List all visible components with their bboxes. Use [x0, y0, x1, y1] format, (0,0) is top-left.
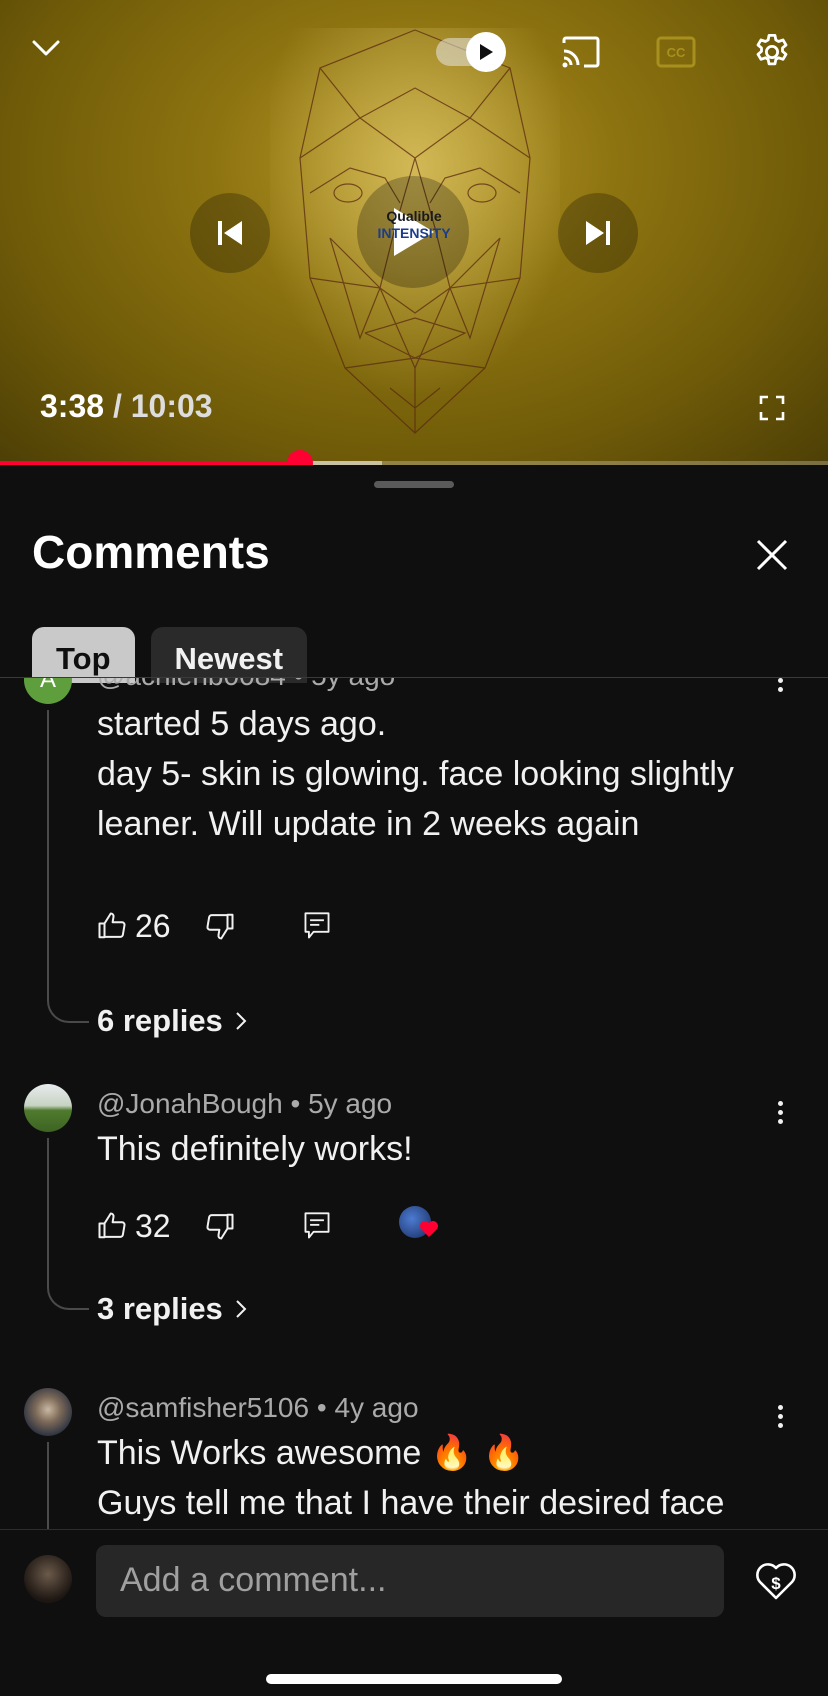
reply-icon: [304, 1212, 330, 1239]
captions-button[interactable]: CC: [652, 30, 700, 74]
video-overlay-text: Qualible INTENSITY: [377, 208, 451, 241]
like-button[interactable]: 32: [97, 1208, 171, 1245]
next-button[interactable]: [558, 193, 638, 273]
close-button[interactable]: [752, 535, 792, 575]
comment-menu-button[interactable]: [770, 1092, 790, 1132]
comment-author[interactable]: @samfisher5106: [97, 1392, 309, 1423]
sort-chips: Top Newest: [32, 627, 308, 683]
view-replies-link[interactable]: 6 replies: [97, 1003, 247, 1039]
comments-sheet: Comments Top Newest A @achienb0084 • 5y …: [0, 467, 828, 1696]
thumbs-up-icon: [98, 912, 126, 939]
reply-button[interactable]: [303, 1211, 331, 1241]
avatar-letter: A: [39, 678, 56, 693]
progress-played: [0, 461, 300, 465]
chevron-right-icon: [236, 1012, 247, 1030]
comments-title: Comments: [32, 526, 270, 578]
dislike-button[interactable]: [205, 911, 235, 941]
replies-count: 6 replies: [97, 1003, 223, 1038]
cast-button[interactable]: [556, 30, 606, 74]
video-player[interactable]: CC Qualible INTENSITY 3:38 / 10:03: [0, 0, 828, 465]
like-count: 32: [135, 1207, 171, 1244]
comment-body: started 5 days ago. day 5- skin is glowi…: [97, 705, 734, 843]
avatar[interactable]: A: [24, 678, 72, 704]
creator-heart-badge: [398, 1206, 439, 1246]
comment-body: This definitely works!: [97, 1130, 413, 1168]
cast-icon: [562, 36, 600, 68]
comment-menu-button[interactable]: [770, 1396, 790, 1436]
add-comment-input[interactable]: Add a comment...: [96, 1545, 724, 1617]
previous-icon: [218, 221, 242, 245]
tab-top[interactable]: Top: [32, 627, 135, 683]
time-duration: 10:03: [130, 388, 213, 424]
reply-icon: [304, 912, 330, 939]
sheet-drag-handle[interactable]: [374, 481, 454, 488]
reply-button[interactable]: [303, 911, 331, 941]
comment-author[interactable]: @achienb0084: [97, 678, 286, 691]
thumbs-down-icon: [206, 1213, 234, 1240]
collapse-button[interactable]: [24, 28, 68, 68]
add-comment-bar: Add a comment... $: [0, 1529, 828, 1696]
play-icon: [480, 44, 493, 60]
like-button[interactable]: 26: [97, 908, 171, 945]
comment-age: 5y ago: [311, 678, 395, 691]
comment-actions: 26: [97, 906, 331, 946]
user-avatar[interactable]: [24, 1555, 72, 1603]
chevron-right-icon: [236, 1300, 247, 1318]
avatar[interactable]: [24, 1084, 72, 1132]
svg-text:CC: CC: [667, 45, 686, 60]
comment-age: 4y ago: [334, 1392, 419, 1423]
heart-icon: [419, 1221, 438, 1237]
time-display: 3:38 / 10:03: [40, 388, 213, 425]
comment-item: @samfisher5106 • 4y ago This Works aweso…: [0, 1382, 828, 1529]
fullscreen-icon: [759, 395, 785, 421]
comment-item: A @achienb0084 • 5y ago started 5 days a…: [0, 678, 828, 1058]
comment-meta: @achienb0084 • 5y ago: [97, 678, 395, 692]
comments-list[interactable]: A @achienb0084 • 5y ago started 5 days a…: [0, 678, 828, 1529]
progress-scrubber[interactable]: [286, 450, 313, 465]
progress-bar[interactable]: [0, 450, 828, 465]
svg-text:$: $: [771, 1574, 781, 1593]
comment-actions: 32: [97, 1206, 439, 1246]
comment-menu-button[interactable]: [770, 678, 790, 700]
close-icon: [756, 539, 788, 571]
like-count: 26: [135, 907, 171, 944]
view-replies-link[interactable]: 3 replies: [97, 1291, 247, 1327]
previous-button[interactable]: [190, 193, 270, 273]
autoplay-toggle[interactable]: [436, 32, 508, 72]
thumbs-down-icon: [206, 913, 234, 940]
comment-author[interactable]: @JonahBough: [97, 1088, 283, 1119]
tab-newest[interactable]: Newest: [150, 627, 308, 683]
gear-icon: [756, 33, 788, 66]
comment-item: @JonahBough • 5y ago This definitely wor…: [0, 1078, 828, 1378]
super-thanks-heart-icon: $: [756, 1563, 796, 1600]
thread-line: [47, 1442, 89, 1529]
home-indicator: [266, 1674, 562, 1684]
fullscreen-button[interactable]: [752, 390, 792, 426]
dislike-button[interactable]: [205, 1211, 235, 1241]
replies-count: 3 replies: [97, 1291, 223, 1326]
settings-button[interactable]: [748, 28, 796, 76]
comment-meta: @samfisher5106 • 4y ago: [97, 1392, 419, 1423]
comment-age: 5y ago: [308, 1088, 393, 1119]
thumbs-up-icon: [98, 1212, 126, 1239]
cc-icon: CC: [656, 36, 696, 68]
comment-body: This Works awesome 🔥 🔥 Guys tell me that…: [97, 1434, 725, 1522]
thread-line: [47, 1138, 89, 1310]
next-icon: [586, 221, 610, 245]
comment-meta: @JonahBough • 5y ago: [97, 1088, 393, 1119]
super-thanks-button[interactable]: $: [754, 1558, 798, 1602]
time-current: 3:38: [40, 388, 105, 424]
chevron-down-icon: [32, 40, 60, 56]
avatar[interactable]: [24, 1388, 72, 1436]
autoplay-knob: [466, 32, 506, 72]
time-separator: /: [104, 388, 131, 424]
thread-line: [47, 710, 89, 1023]
